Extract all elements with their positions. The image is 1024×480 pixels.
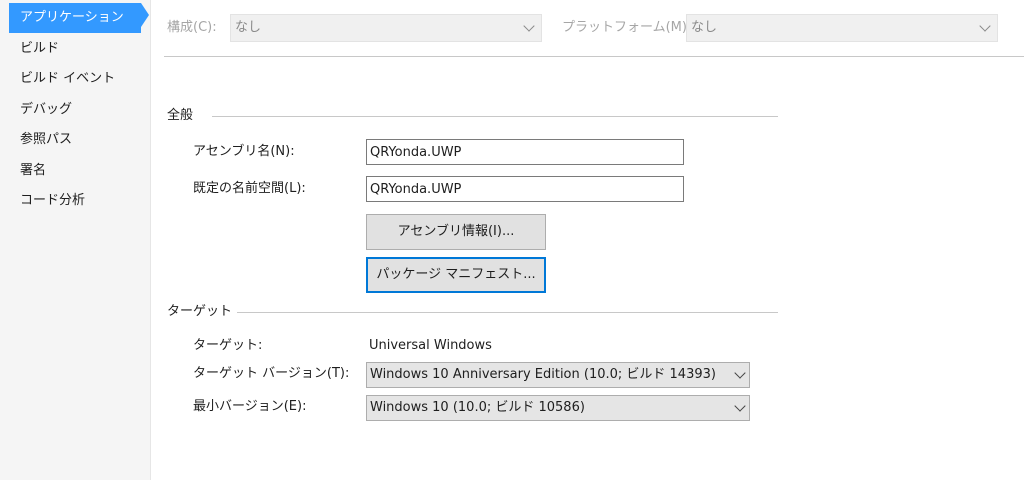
sidebar-item-label: ビルド イベント [20, 71, 116, 86]
min-version-dropdown[interactable]: Windows 10 (10.0; ビルド 10586) [366, 395, 750, 421]
assembly-info-button[interactable]: アセンブリ情報(I)... [366, 214, 546, 250]
min-version-value: Windows 10 (10.0; ビルド 10586) [370, 400, 585, 415]
assembly-name-input[interactable] [366, 139, 684, 165]
sidebar-item-build[interactable]: ビルド [9, 34, 141, 64]
platform-combo: なし [686, 14, 998, 42]
general-section-divider [212, 116, 778, 117]
sidebar-item-label: コード分析 [20, 193, 86, 208]
chevron-down-icon [523, 20, 535, 32]
active-item-arrow-icon [141, 3, 149, 27]
assembly-name-label: アセンブリ名(N): [193, 144, 295, 159]
platform-value: なし [691, 20, 718, 35]
target-section-divider [237, 312, 778, 313]
sidebar-item-label: 参照パス [20, 132, 73, 147]
sidebar-item-application[interactable]: アプリケーション [9, 3, 141, 33]
sidebar-item-label: アプリケーション [20, 10, 124, 25]
sidebar-item-label: 署名 [20, 163, 47, 178]
sidebar-item-signing[interactable]: 署名 [9, 156, 141, 186]
package-manifest-button[interactable]: パッケージ マニフェスト... [366, 257, 546, 293]
chevron-down-icon [979, 20, 991, 32]
chevron-down-icon [734, 367, 746, 379]
sidebar-item-code-analysis[interactable]: コード分析 [9, 186, 141, 216]
config-label: 構成(C): [167, 20, 217, 35]
target-version-value: Windows 10 Anniversary Edition (10.0; ビル… [370, 367, 716, 382]
config-value: なし [235, 20, 262, 35]
sidebar-item-debug[interactable]: デバッグ [9, 95, 141, 125]
target-version-label: ターゲット バージョン(T): [193, 366, 350, 381]
sidebar-item-build-events[interactable]: ビルド イベント [9, 64, 141, 94]
target-section-heading: ターゲット [167, 304, 233, 319]
chevron-down-icon [734, 400, 746, 412]
target-label: ターゲット: [193, 338, 263, 353]
default-namespace-input[interactable] [366, 176, 684, 202]
sidebar-item-reference-paths[interactable]: 参照パス [9, 125, 141, 155]
sidebar-item-label: デバッグ [20, 102, 73, 117]
sidebar: アプリケーション ビルド ビルド イベント デバッグ 参照パス 署名 コード分析 [0, 0, 151, 480]
config-combo: なし [230, 14, 542, 42]
min-version-label: 最小バージョン(E): [193, 399, 307, 414]
general-section-heading: 全般 [167, 108, 194, 123]
default-namespace-label: 既定の名前空間(L): [193, 181, 306, 196]
target-version-dropdown[interactable]: Windows 10 Anniversary Edition (10.0; ビル… [366, 362, 750, 388]
top-separator [164, 56, 1024, 57]
sidebar-item-label: ビルド [20, 41, 60, 56]
platform-label: プラットフォーム(M): [562, 20, 692, 35]
target-value: Universal Windows [369, 338, 492, 353]
